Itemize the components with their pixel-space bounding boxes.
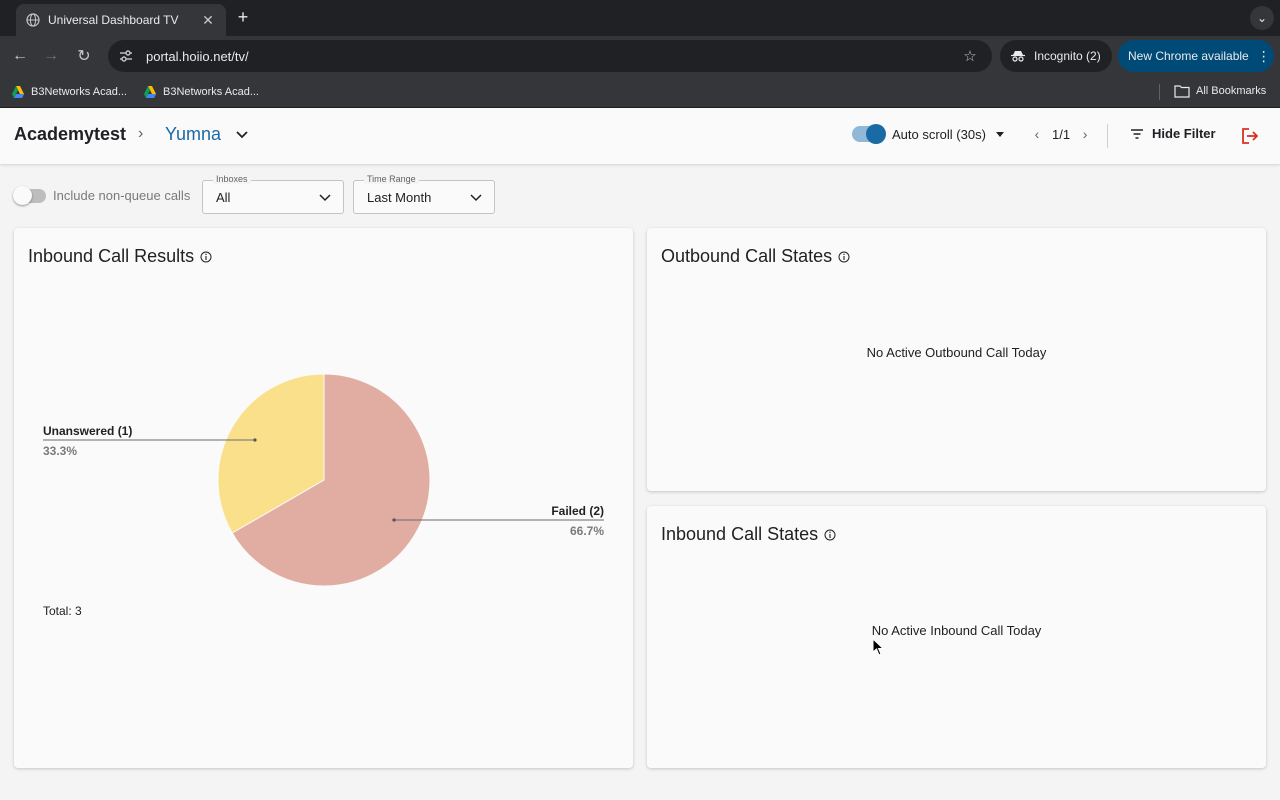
info-icon[interactable] [838, 251, 850, 263]
prev-page-icon[interactable]: ‹ [1030, 126, 1044, 142]
incognito-icon [1011, 51, 1025, 62]
bookmark-item[interactable]: B3Networks Acad... [143, 84, 259, 100]
inboxes-select[interactable]: Inboxes All [202, 174, 344, 214]
incognito-button[interactable]: Incognito (2) [1000, 40, 1112, 72]
inboxes-value: All [216, 190, 231, 205]
back-icon[interactable]: ← [8, 44, 32, 68]
caret-down-icon[interactable] [995, 131, 1004, 137]
filter-icon [1131, 128, 1143, 139]
inbound-call-results-card: Inbound Call Results Unanswered (1) 33.3… [14, 228, 633, 768]
outbound-call-states-card: Outbound Call States No Active Outbound … [647, 228, 1266, 491]
tab-search-icon[interactable]: ⌄ [1250, 6, 1274, 30]
time-range-select[interactable]: Time Range Last Month [353, 174, 495, 214]
pie-chart [43, 373, 604, 587]
auto-scroll-toggle[interactable] [852, 124, 886, 144]
breadcrumb-chevron-icon: › [138, 125, 144, 142]
reload-icon[interactable]: ↻ [72, 44, 96, 68]
page-indicator: 1/1 [1052, 126, 1071, 142]
update-chrome-button[interactable]: New Chrome available ⋮ [1118, 40, 1274, 72]
browser-tab-strip: Universal Dashboard TV ✕ + ⌄ [0, 0, 1280, 36]
auto-scroll-control[interactable]: Auto scroll (30s) [852, 124, 1004, 144]
next-page-icon[interactable]: › [1078, 126, 1092, 142]
bookmark-star-icon[interactable]: ☆ [960, 47, 980, 65]
pie-label-unanswered: Unanswered (1) [43, 424, 133, 438]
close-tab-icon[interactable]: ✕ [200, 12, 216, 29]
pie-percent-unanswered: 33.3% [43, 444, 78, 458]
empty-state-message: No Active Outbound Call Today [866, 345, 1047, 360]
info-icon[interactable] [824, 529, 836, 541]
org-name: Academytest [14, 124, 127, 144]
chevron-down-icon[interactable] [234, 128, 250, 142]
update-chrome-label: New Chrome available [1128, 49, 1249, 63]
bookmarks-divider [1159, 84, 1160, 100]
card-title: Outbound Call States [661, 246, 850, 267]
bookmark-item[interactable]: B3Networks Acad... [11, 84, 127, 100]
auto-scroll-label: Auto scroll (30s) [892, 126, 986, 142]
new-tab-icon[interactable]: + [234, 8, 252, 26]
folder-icon [1174, 85, 1190, 98]
inboxes-legend: Inboxes [213, 174, 251, 184]
mouse-cursor-icon [872, 638, 884, 656]
all-bookmarks-button[interactable]: All Bookmarks [1174, 84, 1266, 98]
total-count: Total: 3 [43, 604, 82, 618]
tab-title: Universal Dashboard TV [48, 13, 179, 27]
forward-icon[interactable]: → [39, 44, 63, 68]
time-range-value: Last Month [367, 190, 432, 205]
user-selector[interactable]: Yumna [165, 124, 221, 145]
card-title-text: Outbound Call States [661, 246, 833, 266]
hide-filter-label: Hide Filter [1152, 126, 1216, 141]
card-title: Inbound Call Results [28, 246, 212, 267]
leader-dot-unanswered [253, 438, 257, 442]
browser-toolbar: ← → ↻ portal.hoiio.net/tv/ ☆ Incognito (… [0, 36, 1280, 76]
kebab-menu-icon[interactable]: ⋮ [1257, 48, 1271, 65]
non-queue-label: Include non-queue calls [53, 188, 191, 203]
drive-icon [12, 86, 24, 98]
bookmark-label: B3Networks Acad... [163, 86, 259, 98]
app-header: Academytest › Yumna Auto scroll (30s) ‹ … [0, 108, 1280, 164]
pie-label-failed: Failed (2) [551, 504, 604, 518]
chevron-down-icon [319, 194, 331, 202]
bookmark-label: B3Networks Acad... [31, 86, 127, 98]
url-text: portal.hoiio.net/tv/ [146, 48, 249, 64]
browser-tab[interactable]: Universal Dashboard TV ✕ [16, 4, 226, 36]
non-queue-toggle[interactable] [13, 185, 46, 205]
time-range-legend: Time Range [364, 174, 419, 184]
all-bookmarks-label: All Bookmarks [1196, 85, 1267, 97]
card-title-text: Inbound Call States [661, 524, 819, 544]
logout-icon[interactable] [1240, 126, 1260, 146]
card-title: Inbound Call States [661, 524, 836, 545]
pie-percent-failed: 66.7% [569, 524, 604, 538]
address-bar[interactable]: portal.hoiio.net/tv/ ☆ [108, 40, 992, 72]
non-queue-filter[interactable]: Include non-queue calls [13, 185, 191, 205]
drive-icon [144, 86, 156, 98]
globe-icon [26, 13, 40, 27]
bookmarks-bar: B3Networks Acad... B3Networks Acad... Al… [0, 76, 1280, 108]
header-divider [1107, 124, 1108, 148]
card-title-text: Inbound Call Results [28, 246, 195, 266]
empty-state-message: No Active Inbound Call Today [871, 623, 1042, 638]
chevron-down-icon [470, 194, 482, 202]
info-icon[interactable] [200, 251, 212, 263]
leader-dot-failed [392, 518, 396, 522]
hide-filter-button[interactable]: Hide Filter [1130, 126, 1216, 141]
inbound-call-states-card: Inbound Call States No Active Inbound Ca… [647, 506, 1266, 768]
incognito-label: Incognito (2) [1034, 49, 1101, 63]
pager: ‹ 1/1 › [1030, 126, 1092, 142]
site-settings-icon[interactable] [118, 48, 134, 64]
